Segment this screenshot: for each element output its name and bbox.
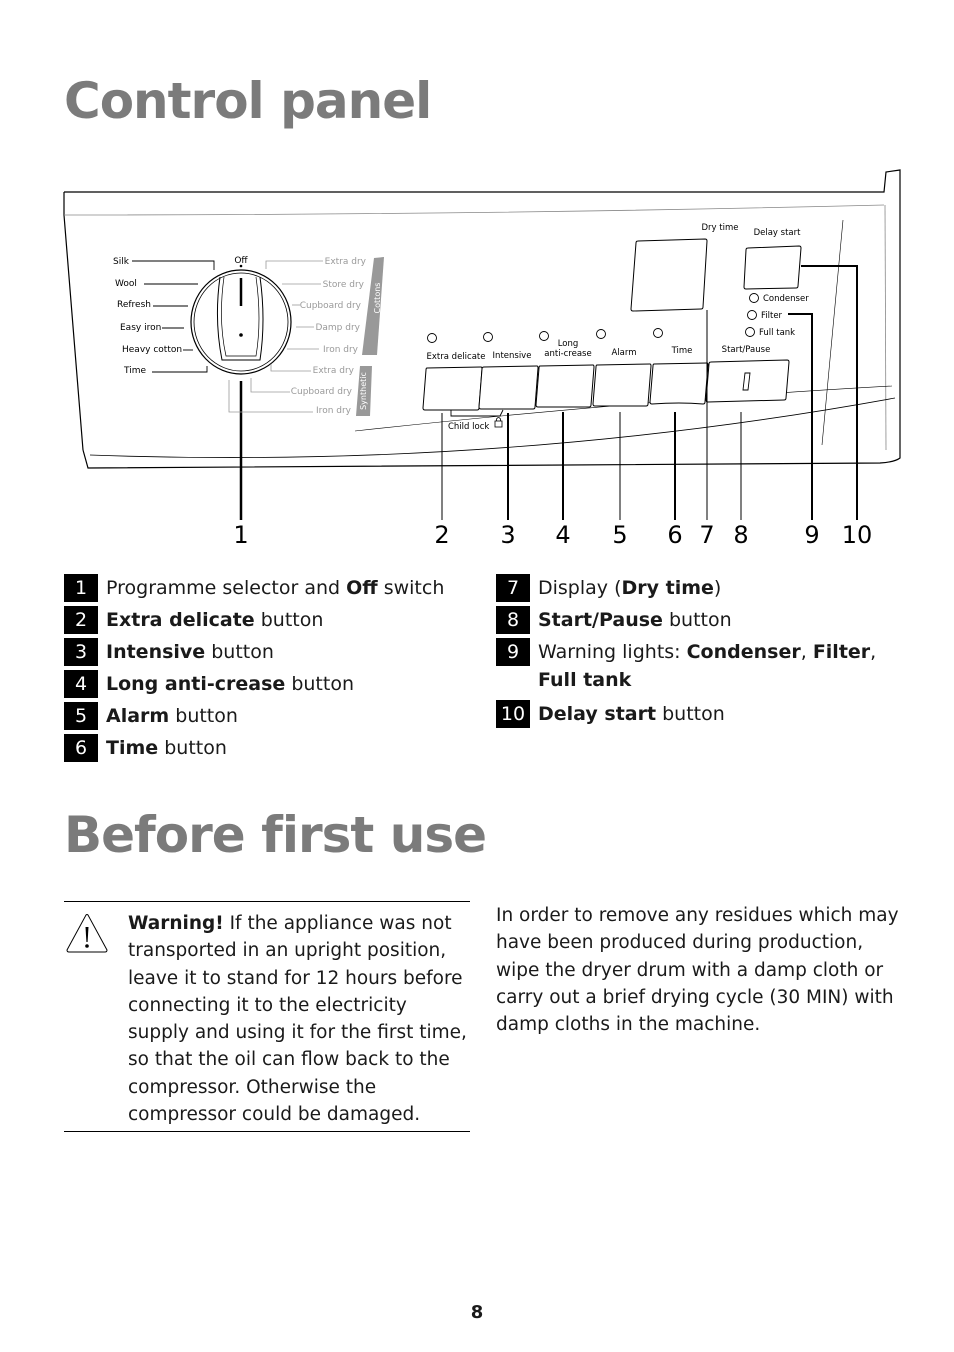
alarm-button[interactable] [592, 363, 652, 407]
callout-number: 8 [733, 521, 748, 549]
callout-number: 10 [842, 521, 873, 549]
legend-item: 4 Long anti-crease button [64, 668, 484, 700]
legend-number: 3 [64, 638, 98, 666]
programme-label: Silk [113, 257, 130, 267]
before-first-use-text: In order to remove any residues which ma… [496, 905, 899, 1036]
programme-label: Easy iron [120, 323, 161, 333]
callout-number: 1 [233, 521, 248, 549]
legend-number: 9 [496, 638, 530, 666]
display-dry-time [630, 238, 708, 312]
filter-light [747, 310, 757, 320]
svg-text:anti-crease: anti-crease [544, 349, 591, 359]
long-anti-crease-button[interactable] [535, 364, 595, 408]
callout-numbers: 1 2 3 4 5 6 7 8 9 10 [233, 521, 872, 549]
cottons-labels: Extra dry Store dry Cupboard dry Damp dr… [300, 257, 367, 355]
callout-number: 5 [612, 521, 627, 549]
svg-text:Start/Pause: Start/Pause [722, 345, 771, 355]
control-panel-diagram: Off Silk Wool Refresh Easy iron Heavy co… [63, 169, 901, 549]
legend-number: 10 [496, 700, 530, 728]
programme-label: Store dry [323, 280, 365, 290]
callout-number: 9 [804, 521, 819, 549]
callout-number: 7 [699, 521, 714, 549]
svg-text:Time: Time [671, 346, 693, 356]
callout-number: 6 [667, 521, 682, 549]
padlock-icon [494, 417, 503, 428]
legend-item: 10 Delay start button [496, 698, 916, 730]
legend-item: 6 Time button [64, 732, 484, 764]
child-lock-indicator: Child lock [448, 409, 504, 432]
delay-start-button[interactable] [743, 245, 802, 290]
callout-number: 4 [555, 521, 570, 549]
button-indicator-leds [427, 328, 663, 343]
programme-label: Iron dry [323, 345, 359, 355]
legend-number: 8 [496, 606, 530, 634]
svg-text:Intensive: Intensive [493, 351, 532, 361]
legend-item: 1 Programme selector and Off switch [64, 572, 484, 604]
intensive-button[interactable] [478, 365, 539, 410]
warning-lights: Condenser Filter Full tank [745, 293, 809, 338]
svg-text:Cottons: Cottons [373, 283, 382, 314]
display-label: Dry time [702, 223, 739, 233]
callout-number: 2 [434, 521, 449, 549]
condenser-light [749, 293, 759, 303]
programme-label: Extra dry [313, 366, 355, 376]
button-labels: Extra delicate Intensive Long anti-creas… [427, 339, 771, 362]
programme-label: Extra dry [325, 257, 367, 267]
legend-number: 6 [64, 734, 98, 762]
legend-item: 7 Display (Dry time) [496, 572, 916, 604]
programme-label: Cupboard dry [291, 387, 353, 397]
warning-box: Warning! If the appliance was not transp… [64, 901, 470, 1132]
full-tank-label: Full tank [759, 328, 795, 338]
synthetic-labels: Extra dry Cupboard dry Iron dry [291, 366, 355, 416]
page-number: 8 [470, 1302, 484, 1323]
dial-off-label: Off [234, 256, 248, 266]
section-title-before-first-use: Before first use [64, 806, 487, 864]
legend-number: 1 [64, 574, 98, 602]
cottons-tab: Cottons [362, 257, 384, 355]
programme-label: Wool [115, 279, 137, 289]
warning-text: Warning! If the appliance was not transp… [128, 913, 467, 1126]
warning-triangle-icon [66, 914, 108, 953]
svg-text:Long: Long [558, 339, 579, 349]
legend-number: 5 [64, 702, 98, 730]
legend-item: 5 Alarm button [64, 700, 484, 732]
programme-label: Heavy cotton [122, 345, 182, 355]
left-leader-lines [132, 260, 215, 373]
svg-text:Alarm: Alarm [611, 348, 636, 358]
legend-left: 1 Programme selector and Off switch 2 Ex… [64, 572, 484, 764]
programme-label: Refresh [117, 300, 151, 310]
section-title-control-panel: Control panel [64, 72, 432, 130]
programme-label: Iron dry [316, 406, 352, 416]
condenser-label: Condenser [763, 294, 809, 304]
legend-item: 9 Warning lights: Condenser, Filter, Ful… [496, 636, 916, 694]
time-button[interactable] [649, 362, 709, 405]
legend-item: 8 Start/Pause button [496, 604, 916, 636]
filter-label: Filter [761, 311, 783, 321]
extra-delicate-button[interactable] [422, 366, 483, 411]
legend-number: 7 [496, 574, 530, 602]
legend-right: 7 Display (Dry time) 8 Start/Pause butto… [496, 572, 916, 730]
legend-number: 4 [64, 670, 98, 698]
legend-number: 2 [64, 606, 98, 634]
svg-text:Child lock: Child lock [448, 422, 489, 432]
full-tank-light [745, 327, 755, 337]
programme-label: Cupboard dry [300, 301, 362, 311]
programme-label: Damp dry [315, 323, 360, 333]
start-pause-button[interactable] [705, 359, 790, 403]
legend-item: 2 Extra delicate button [64, 604, 484, 636]
programme-label: Time [123, 366, 146, 376]
svg-text:Extra delicate: Extra delicate [427, 352, 486, 362]
synthetic-tab: Synthetic [356, 366, 372, 416]
legend-item: 3 Intensive button [64, 636, 484, 668]
svg-text:Synthetic: Synthetic [359, 372, 368, 410]
left-programme-labels: Silk Wool Refresh Easy iron Heavy cotton… [113, 257, 182, 376]
delay-start-label: Delay start [754, 228, 802, 238]
callout-number: 3 [500, 521, 515, 549]
